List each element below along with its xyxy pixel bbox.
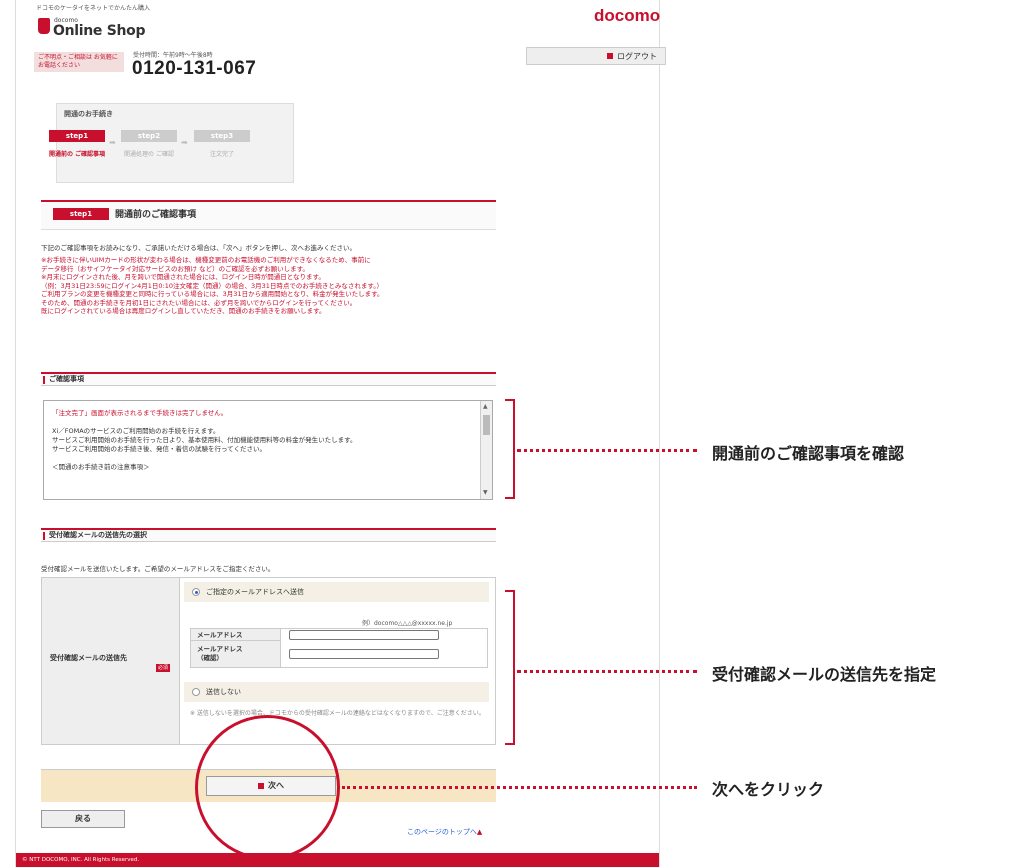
confirm-scrollbox[interactable]: 「注文完了」画面が表示されるまで手続きは完了しません。 Xi／FOMAのサービス… (43, 400, 493, 500)
confirm-label-line: （確認） (197, 654, 223, 662)
confirm-heading: ご確認事項 (41, 372, 496, 386)
note-line: データ移行（おサイフケータイ対応サービスのお預け など）のご確認を必ずお願いしま… (41, 264, 309, 273)
step2-desc: 開通処理の ご確認 (124, 151, 174, 158)
confirm-bracket (505, 399, 515, 499)
option-nosend-row[interactable]: 送信しない (184, 682, 489, 702)
next-highlight-circle (195, 715, 340, 860)
arrow-right-icon: ➡ (181, 138, 188, 147)
section-step-badge: step1 (53, 208, 109, 220)
page-frame: ドコモのケータイをネットでかんたん購入 docomo Online Shop d… (15, 0, 666, 867)
mail-label: 受付確認メールの送信先 (50, 654, 127, 662)
email-confirm-field[interactable] (289, 649, 439, 659)
note-line: ※月末にログインされた後、月を跨いで開通された場合には、ログイン日時が開通日とな… (41, 273, 325, 281)
page-top-link[interactable]: このページのトップへ▲ (407, 827, 482, 837)
scroll-thumb[interactable] (483, 415, 490, 435)
steps-heading: 開通のお手続き (64, 110, 113, 118)
note-line: ※お手続きに伴いUIMカードの形状が変わる場合は、機種変更前のお電話機のご利用が… (41, 256, 371, 264)
callout-next: 次へをクリック (712, 780, 825, 799)
address-label: メールアドレス (191, 629, 281, 641)
intro-text: 下記のご確認事項をお読みになり、ご承諾いただける場合は、「次へ」ボタンを押し、次… (41, 244, 356, 252)
online-shop-logo[interactable]: Online Shop (53, 23, 146, 39)
confirm-line: サービスご利用開始のお手続を行った日より、基本使用料、付加機能使用料等の料金が発… (52, 436, 357, 444)
email-example: 例）docomo△△△@xxxxx.ne.jp (362, 620, 453, 627)
mail-intro: 受付確認メールを送信いたします。ご希望のメールアドレスをご指定ください。 (41, 565, 275, 573)
nosend-note: ※ 送信しないを選択の場合、ドコモからの受付確認メールの連絡などはなくなりますの… (190, 710, 485, 717)
confirm-dotted-line (517, 449, 697, 452)
footer: © NTT DOCOMO, INC. All Rights Reserved. (16, 853, 659, 867)
confirm-label-line: メールアドレス (197, 645, 243, 653)
mail-bracket (505, 590, 515, 745)
step1-badge: step1 (49, 130, 105, 142)
note-line: 既にログインされている場合は再度ログインし直していただき、開通のお手続きをお願い… (41, 307, 326, 315)
triangle-up-icon: ▲ (476, 828, 483, 836)
confirm-address-label: メールアドレス （確認） (191, 641, 281, 667)
confirm-content: 「注文完了」画面が表示されるまで手続きは完了しません。 Xi／FOMAのサービス… (52, 409, 477, 472)
confirm-line: サービスご利用開始のお手続き後、発信・着信の試験を行ってください。 (52, 445, 266, 453)
back-button[interactable]: 戻る (41, 810, 125, 828)
logout-label: ログアウト (617, 52, 657, 61)
square-bullet-icon (607, 53, 613, 59)
callout-mail: 受付確認メールの送信先を指定 (712, 665, 937, 684)
confirm-line (52, 418, 477, 427)
section-header (41, 200, 496, 230)
confirm-line: Xi／FOMAのサービスのご利用開始のお手続を行えます。 (52, 427, 220, 435)
callout-confirm: 開通前のご確認事項を確認 (712, 444, 905, 463)
note-line: そのため、開通のお手続きを月初1日にされたい場合には、必ず月を跨いでからログイン… (41, 298, 357, 307)
notes-block: ※お手続きに伴いUIMカードの形状が変わる場合は、機種変更前のお電話機のご利用が… (41, 256, 501, 316)
docomo-brand[interactable]: docomo (594, 6, 660, 26)
mail-label-cell: 受付確認メールの送信先 必須 (42, 578, 180, 744)
confirm-line: 「注文完了」画面が表示されるまで手続きは完了しません。 (52, 409, 228, 417)
tagline: ドコモのケータイをネットでかんたん購入 (36, 5, 151, 12)
phone-number: 0120-131-067 (132, 58, 257, 79)
mail-address-grid: メールアドレス メールアドレス （確認） (190, 628, 488, 668)
note-line: （例：3月31日23:59にログイン4月1日0:10注文確定（開通）の場合、3月… (41, 281, 384, 290)
option-send-label: ご指定のメールアドレスへ送信 (206, 588, 304, 596)
step3-badge: step3 (194, 130, 250, 142)
confirm-line (52, 454, 477, 463)
step2-badge: step2 (121, 130, 177, 142)
option-nosend-label: 送信しない (206, 688, 241, 696)
required-badge: 必須 (156, 664, 170, 672)
logout-button[interactable]: ログアウト (526, 47, 666, 65)
step3-desc: 注文完了 (209, 151, 234, 158)
arrow-right-icon: ➡ (109, 138, 116, 147)
scrollbar[interactable]: ▲ ▼ (480, 401, 492, 499)
confirm-line: ＜開通のお手続き前の注意事項＞ (52, 463, 150, 471)
email-field[interactable] (289, 630, 439, 640)
mail-dotted-line (517, 670, 697, 673)
shop-bag-icon (38, 18, 50, 34)
contact-label: ご不明点・ご相談は お気軽にお電話ください (34, 52, 124, 72)
scroll-down-icon[interactable]: ▼ (483, 489, 488, 496)
step1-desc: 開通前の ご確認事項 (48, 151, 106, 158)
radio-nosend[interactable] (192, 688, 200, 696)
option-send-row[interactable]: ご指定のメールアドレスへ送信 (184, 582, 489, 602)
scroll-up-icon[interactable]: ▲ (483, 403, 488, 410)
page-top-label: このページのトップへ (407, 828, 477, 836)
radio-send[interactable] (192, 588, 200, 596)
mail-heading: 受付確認メールの送信先の選択 (41, 528, 496, 542)
next-dotted-line (342, 786, 697, 789)
section-title: 開通前のご確認事項 (115, 210, 197, 220)
note-line: ご利用プランの変更を機種変更と同時に行っている場合には、3月31日から適用開始と… (41, 290, 384, 298)
